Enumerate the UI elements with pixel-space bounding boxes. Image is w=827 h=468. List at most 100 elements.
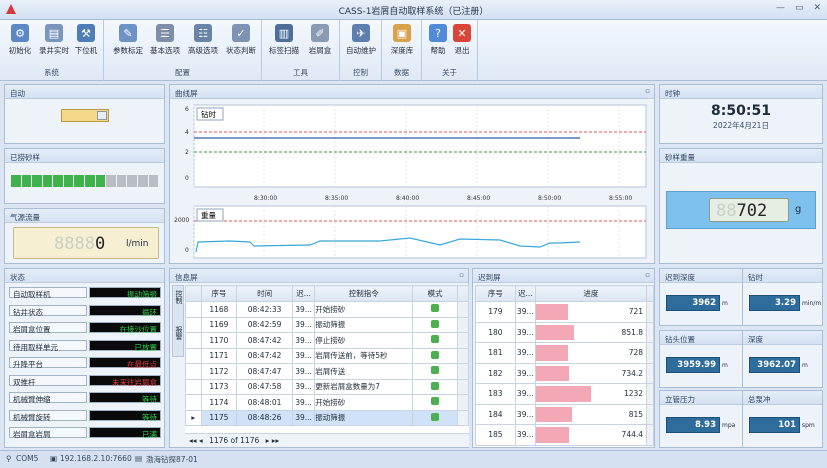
col-header[interactable]: 时间	[236, 285, 293, 302]
col-header[interactable]: 迟...	[514, 285, 536, 302]
exit-button[interactable]: ✕ 退出	[446, 24, 478, 56]
table-row[interactable]: 1173 08:47:58 39... 更新岩屑盒数量为7	[185, 378, 469, 395]
row-indicator	[185, 301, 202, 318]
cell-lag: 39...	[291, 316, 316, 333]
mode-icon	[412, 347, 458, 364]
table-row[interactable]: 179 39... 721	[475, 301, 654, 323]
progress-value: 1232	[623, 389, 644, 399]
scroll-cell	[456, 301, 469, 318]
scroll-cell	[456, 394, 469, 411]
col-header[interactable]: 模式	[412, 285, 458, 302]
cell-cmd: 岩屑传送前，等待5秒	[314, 347, 414, 364]
col-header[interactable]: 控制指令	[314, 285, 414, 302]
auto-toggle[interactable]	[61, 109, 109, 122]
device-button[interactable]: ⚒ 下位机	[70, 24, 102, 56]
metric-panel: 迟到深度 3962 m	[659, 268, 743, 326]
pager-next-button[interactable]: ▸ ▸▸	[266, 436, 280, 445]
pin-icon[interactable]: ▫	[459, 271, 464, 279]
cell-time: 08:48:01	[236, 394, 293, 411]
box-button[interactable]: ✐ 岩屑盒	[304, 24, 336, 56]
table-row[interactable]: 180 39... 851.8	[475, 321, 654, 343]
arrival-table: 序号 迟... 进度 179 39... 721 180 39... 851.8 181 39…	[475, 285, 654, 446]
cell-time: 08:42:59	[236, 316, 293, 333]
cell-no: 1170	[200, 332, 238, 349]
curve-svg: 6 4 2 0 2000 0 8:30:00 8:35:00 8:40:00 8:45…	[174, 104, 647, 259]
metric-panel: 深度 3962.07 m	[742, 330, 823, 388]
cell-lag: 39...	[514, 424, 536, 446]
cell-lag: 39...	[291, 347, 316, 364]
table-row[interactable]: 184 39... 815	[475, 403, 654, 425]
mode-icon	[412, 394, 458, 411]
table-row[interactable]: 182 39... 734.2	[475, 362, 654, 384]
weight-display: 88702	[709, 198, 789, 222]
close-button[interactable]: ✕	[813, 3, 821, 13]
col-header[interactable]: 序号	[475, 285, 516, 302]
mode-icon	[412, 301, 458, 318]
table-row[interactable]: 1171 08:47:42 39... 岩屑传送前，等待5秒	[185, 347, 469, 364]
advanced-icon: ☷	[194, 24, 212, 42]
ribbon-group-label: 系统	[44, 68, 59, 77]
status-judge-button[interactable]: ✓ 状态判断	[225, 24, 257, 56]
status-value: 等待	[89, 409, 161, 422]
ribbon-group-tools: ▥ 标签扫描 ✐ 岩屑盒 工具	[262, 20, 340, 81]
pager-text: 1176 of 1176	[209, 436, 260, 445]
table-row[interactable]: ▸ 1175 08:48:26 39... 振动筛振	[185, 409, 469, 426]
cell-lag: 39...	[514, 383, 536, 405]
cell-no: 182	[475, 362, 516, 384]
status-label: 待用取样单元	[9, 339, 87, 352]
col-header[interactable]: 进度	[534, 285, 648, 302]
maintain-button[interactable]: ✈ 自动维护	[345, 24, 377, 56]
port-icon: ⚲	[6, 454, 12, 463]
advanced-options-button[interactable]: ☷ 高级选项	[187, 24, 219, 56]
col-header[interactable]: 序号	[200, 285, 238, 302]
cell-no: 1173	[200, 378, 238, 395]
table-row[interactable]: 183 39... 1232	[475, 383, 654, 405]
plot-area-weight	[193, 205, 647, 259]
cell-lag: 39...	[291, 409, 316, 426]
curve-panel: 曲线屏 ▫ 6 4 2 0 2000 0 8:30:00 8:35:00 8:40:0…	[169, 84, 655, 264]
minimize-button[interactable]: —	[776, 3, 785, 13]
pager-first-button[interactable]: ◂◂ ◂	[189, 436, 203, 445]
panel-title: 状态	[10, 273, 25, 282]
row-indicator	[185, 378, 202, 395]
exit-icon: ✕	[453, 24, 471, 42]
metric-unit: m	[722, 362, 728, 369]
panel-header: 信息屏 ▫	[170, 269, 468, 283]
database-icon: ▣	[393, 24, 411, 42]
status-value: 未来往岩屑盒	[89, 374, 161, 387]
well-icon: ▤	[135, 454, 143, 463]
ribbon: ⚙ 初始化 ▤ 录井实时 ⚒ 下位机 系统 ✎ 参数标定 ☰ 基本选项 ☷ 高级选项 ✓ 状态…	[0, 20, 827, 81]
panel-header: 立管压力	[660, 391, 742, 405]
table-row[interactable]: 1169 08:42:59 39... 振动筛振	[185, 316, 469, 333]
table-row[interactable]: 1174 08:48:01 39... 开始捞砂	[185, 394, 469, 411]
status-value: 循环	[89, 304, 161, 317]
col-header[interactable]: 迟...	[291, 285, 316, 302]
xtick: 8:55:00	[609, 195, 632, 202]
tab-alarm[interactable]: 报警	[174, 326, 184, 340]
scan-icon: ▥	[275, 24, 293, 42]
table-row[interactable]: 181 39... 728	[475, 342, 654, 364]
maximize-button[interactable]: ▭	[795, 3, 804, 13]
metric-unit: spm	[802, 422, 815, 429]
metric-unit: min/m	[802, 300, 822, 307]
table-row[interactable]: 1172 08:47:47 39... 岩屑传送	[185, 363, 469, 380]
pin-icon[interactable]: ▫	[645, 271, 650, 279]
ribbon-group-label: 配置	[175, 68, 190, 77]
ytick: 0	[185, 175, 189, 182]
clock-time: 8:50:51	[711, 103, 771, 119]
calibrate-button[interactable]: ✎ 参数标定	[112, 24, 144, 56]
table-row[interactable]: 1170 08:47:42 39... 停止捞砂	[185, 332, 469, 349]
table-row[interactable]: 1168 08:42:33 39... 开始捞砂	[185, 301, 469, 318]
cell-lag: 39...	[291, 301, 316, 318]
basic-options-button[interactable]: ☰ 基本选项	[149, 24, 181, 56]
metric-panel: 立管压力 8.93 mpa	[659, 390, 743, 448]
cell-time: 08:42:33	[236, 301, 293, 318]
tab-control[interactable]: 控制	[174, 290, 184, 304]
pin-icon[interactable]: ▫	[645, 87, 650, 95]
device-icon: ⚒	[77, 24, 95, 42]
arrival-table-wrap: 序号 迟... 进度 179 39... 721 180 39... 851.8 181 39…	[475, 285, 654, 447]
table-row[interactable]: 185 39... 744.4	[475, 424, 654, 446]
status-value: 已放置	[89, 339, 161, 352]
cell-cmd: 开始捞砂	[314, 301, 414, 318]
sand-progress	[11, 175, 159, 187]
